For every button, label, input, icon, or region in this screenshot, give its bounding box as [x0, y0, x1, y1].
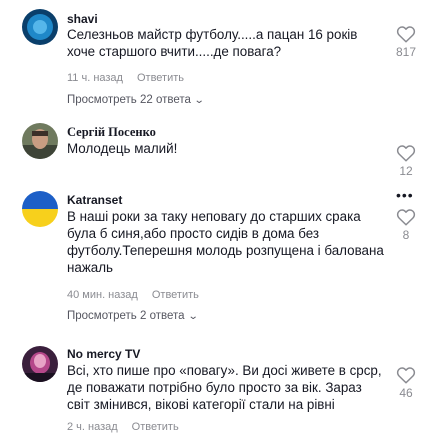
comment-meta: 11 ч. назад Ответить — [67, 72, 184, 84]
heart-outline-icon — [396, 145, 416, 162]
comment-time: 2 ч. назад — [67, 421, 118, 433]
comment-item: No mercy TV Всі, хто пише про «повагу». … — [0, 340, 428, 438]
more-options-icon[interactable]: ••• — [396, 188, 414, 202]
avatar[interactable] — [22, 123, 58, 159]
comment-author[interactable]: No mercy TV — [67, 347, 140, 361]
avatar[interactable] — [22, 9, 58, 45]
comment-text: Всі, хто пише про «повагу». Ви досі живе… — [67, 363, 382, 412]
like-button[interactable]: 12 — [392, 144, 420, 178]
comment-text: Селезньов майстр футболу.....а пацан 16 … — [67, 27, 358, 59]
like-button[interactable]: 46 — [392, 366, 420, 400]
avatar[interactable] — [22, 191, 58, 227]
reply-button[interactable]: Ответить — [132, 421, 179, 433]
like-count: 817 — [395, 45, 417, 59]
comment-author[interactable]: Katranset — [67, 193, 122, 207]
comment-text: В наші роки за таку неповагу до старших … — [67, 209, 384, 275]
like-count: 8 — [402, 228, 410, 242]
comment-item: Katranset ••• В наші роки за таку непова… — [0, 183, 428, 333]
heart-outline-icon — [396, 26, 416, 43]
comment-meta: 40 мин. назад Ответить — [67, 289, 199, 301]
heart-outline-icon — [396, 209, 416, 226]
avatar-image — [22, 346, 58, 382]
view-replies-label: Просмотреть 2 ответа — [67, 310, 185, 322]
view-replies-button[interactable]: Просмотреть 22 ответа ⌄ — [67, 94, 205, 106]
avatar[interactable] — [22, 346, 58, 382]
heart-outline-icon — [396, 367, 416, 384]
chevron-down-icon: ⌄ — [193, 95, 205, 106]
avatar-image — [22, 123, 58, 159]
like-button[interactable]: 8 — [392, 208, 420, 242]
comment-author[interactable]: shavi — [67, 12, 98, 26]
like-count: 12 — [399, 164, 413, 178]
like-button[interactable]: 817 — [392, 25, 420, 59]
view-replies-label: Просмотреть 22 ответа — [67, 94, 191, 106]
comment-text: Молодець малий! — [67, 141, 178, 156]
comment-time: 40 мин. назад — [67, 289, 138, 301]
comment-time: 11 ч. назад — [67, 72, 123, 84]
like-count: 46 — [399, 386, 413, 400]
comment-author[interactable]: Сергій Посенко — [67, 125, 156, 140]
view-replies-button[interactable]: Просмотреть 2 ответа ⌄ — [67, 310, 199, 322]
avatar-image — [22, 191, 58, 227]
reply-button[interactable]: Ответить — [137, 72, 184, 84]
comment-item: Сергій Посенко Молодець малий! 12 — [0, 115, 428, 180]
chevron-down-icon: ⌄ — [187, 311, 199, 322]
comment-item: shavi Селезньов майстр футболу.....а пац… — [0, 0, 428, 110]
avatar-image — [22, 9, 58, 45]
reply-button[interactable]: Ответить — [152, 289, 199, 301]
comment-meta: 2 ч. назад Ответить — [67, 421, 179, 433]
